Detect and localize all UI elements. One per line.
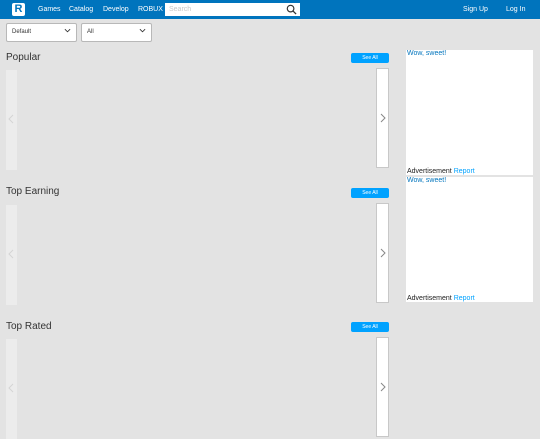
ad-footer: Advertisement Report: [407, 168, 475, 175]
search-input[interactable]: Search: [165, 3, 300, 16]
genre-select[interactable]: All: [81, 23, 152, 42]
see-all-top-rated-button[interactable]: See All: [351, 322, 389, 332]
log-in-link[interactable]: Log In: [506, 0, 525, 19]
ad-label: Advertisement: [407, 168, 452, 175]
chevron-right-icon: [380, 382, 386, 392]
section-title-top-earning: Top Earning: [6, 186, 60, 197]
nav-robux[interactable]: ROBUX: [138, 0, 163, 19]
advertisement-2: Wow, sweet! Advertisement Report: [406, 177, 533, 302]
ad-footer: Advertisement Report: [407, 295, 475, 302]
chevron-left-icon: [8, 114, 14, 124]
genre-select-value: All: [87, 29, 94, 35]
sort-select-value: Default: [12, 29, 32, 35]
ad-report-link[interactable]: Report: [454, 295, 475, 302]
ad-image-link[interactable]: Wow, sweet!: [407, 177, 446, 184]
top-navigation-bar: R Games Catalog Develop ROBUX Search Sig…: [0, 0, 540, 19]
chevron-left-icon: [8, 383, 14, 393]
chevron-left-icon: [8, 249, 14, 259]
scroll-left-top-rated[interactable]: [6, 339, 17, 439]
section-title-popular: Popular: [6, 52, 41, 63]
nav-develop[interactable]: Develop: [103, 0, 129, 19]
chevron-right-icon: [380, 248, 386, 258]
search-placeholder: Search: [169, 6, 192, 13]
chevron-down-icon: [64, 28, 71, 33]
search-icon[interactable]: [286, 4, 297, 15]
scroll-right-top-rated[interactable]: [376, 337, 389, 437]
section-title-top-rated: Top Rated: [6, 321, 52, 332]
ad-report-link[interactable]: Report: [454, 168, 475, 175]
see-all-top-earning-button[interactable]: See All: [351, 188, 389, 198]
see-all-popular-button[interactable]: See All: [351, 53, 389, 63]
chevron-right-icon: [380, 113, 386, 123]
advertisement-1: Wow, sweet! Advertisement Report: [406, 50, 533, 175]
scroll-left-top-earning[interactable]: [6, 205, 17, 305]
scroll-left-popular[interactable]: [6, 70, 17, 170]
ad-label: Advertisement: [407, 295, 452, 302]
nav-games[interactable]: Games: [38, 0, 61, 19]
nav-catalog[interactable]: Catalog: [69, 0, 93, 19]
sign-up-link[interactable]: Sign Up: [463, 0, 488, 19]
scroll-right-popular[interactable]: [376, 68, 389, 168]
sort-select[interactable]: Default: [6, 23, 77, 42]
ad-image-link[interactable]: Wow, sweet!: [407, 50, 446, 57]
chevron-down-icon: [139, 28, 146, 33]
roblox-logo[interactable]: R: [12, 3, 25, 16]
scroll-right-top-earning[interactable]: [376, 203, 389, 303]
